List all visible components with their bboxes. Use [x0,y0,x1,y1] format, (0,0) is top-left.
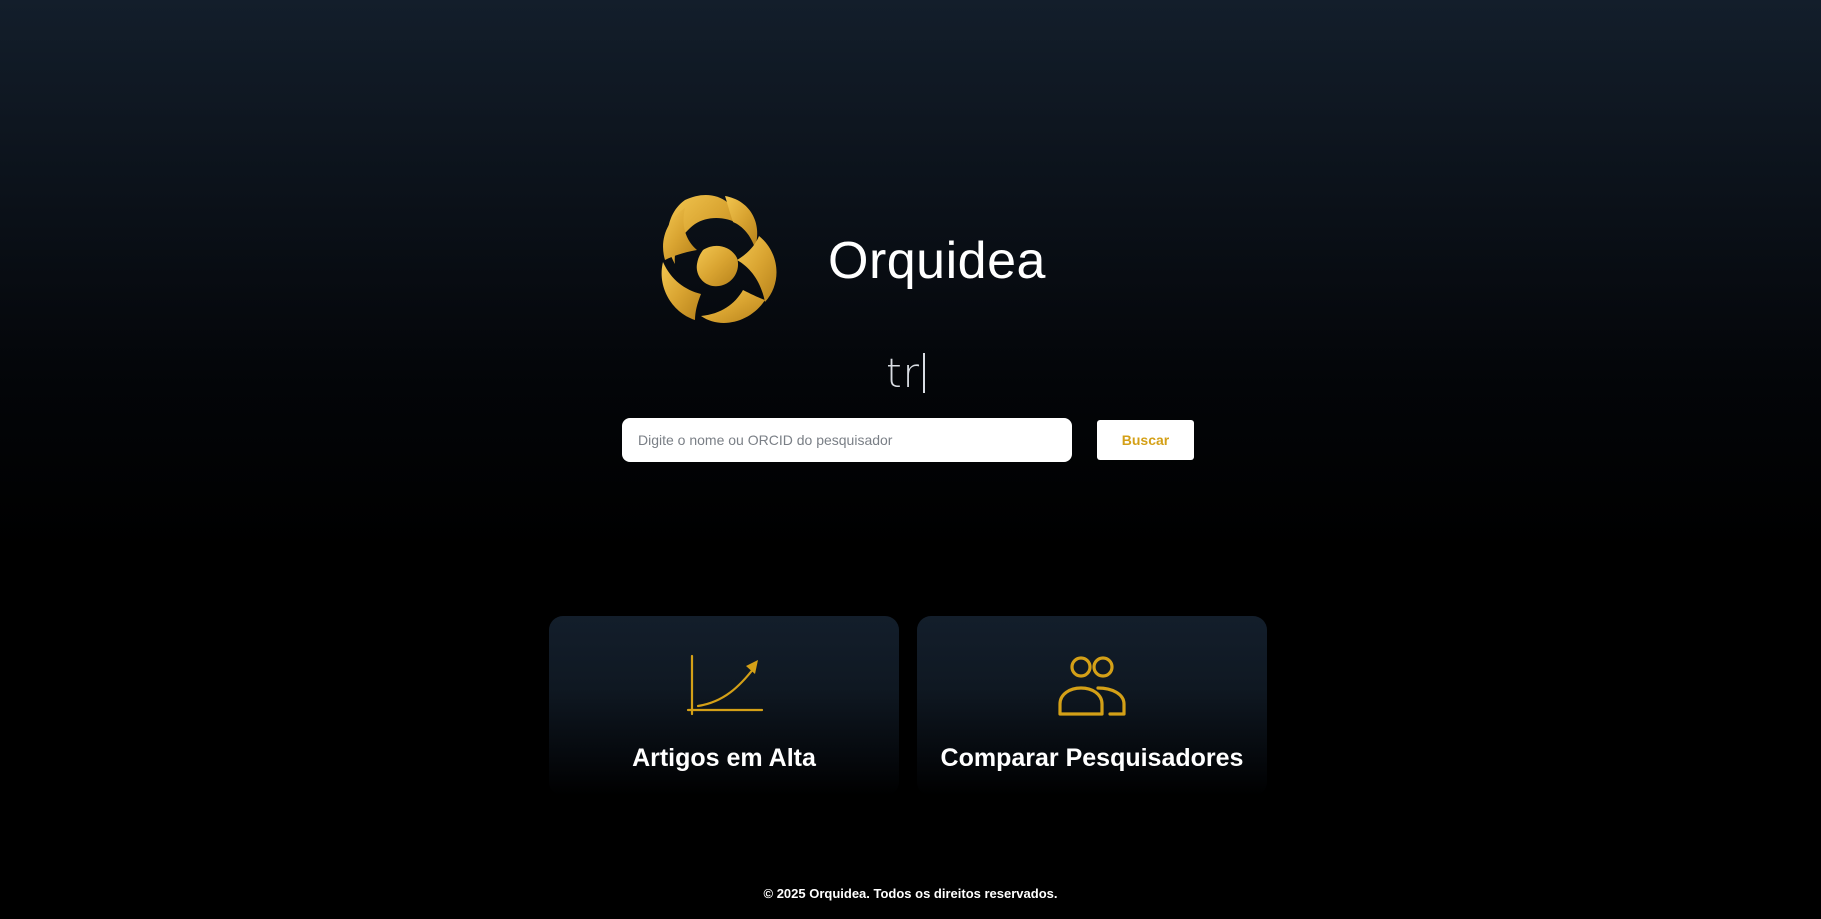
trending-chart-icon [686,654,764,716]
card-trending-articles[interactable]: Artigos em Alta [549,616,899,796]
text-cursor [923,353,926,393]
hero-section: Orquidea tr Buscar [0,0,1821,500]
typed-search-echo: tr [886,350,926,398]
search-button[interactable]: Buscar [1097,420,1194,460]
search-input[interactable] [622,418,1072,462]
card-title: Comparar Pesquisadores [940,744,1244,772]
orquidea-logo-icon [661,194,777,323]
card-compare-researchers[interactable]: Comparar Pesquisadores [917,616,1267,796]
footer-copyright: © 2025 Orquidea. Todos os direitos reser… [763,886,1058,901]
typed-text: tr [886,351,921,397]
card-title: Artigos em Alta [632,744,816,772]
users-icon [1058,656,1126,716]
brand-name: Orquidea [828,232,1046,290]
